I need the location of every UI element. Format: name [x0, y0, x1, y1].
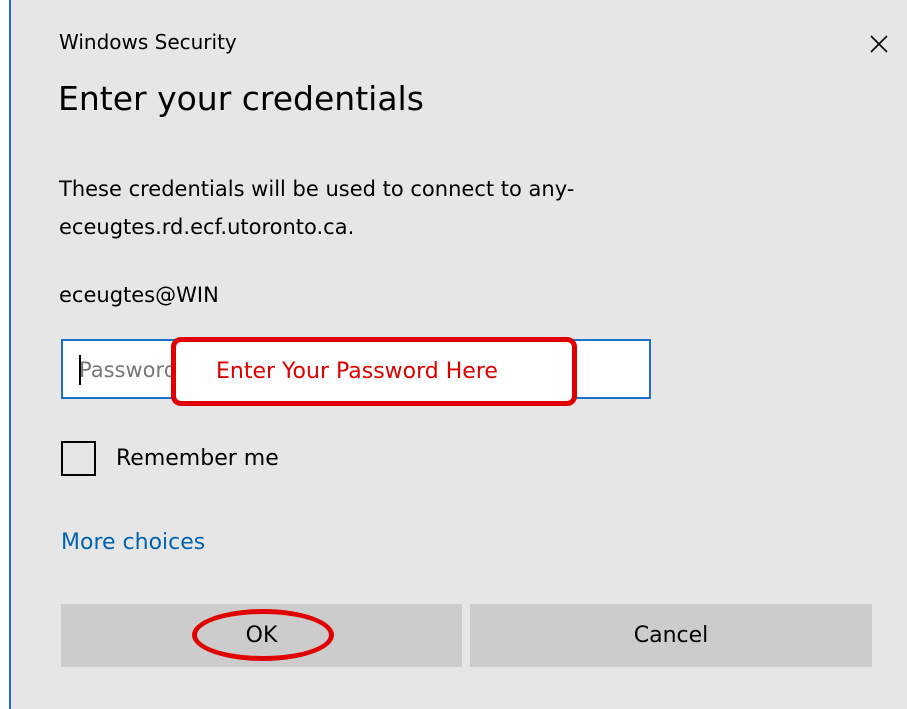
dialog-heading: Enter your credentials [58, 79, 424, 118]
text-caret [79, 355, 81, 385]
password-annotation-callout: Enter Your Password Here [171, 337, 577, 406]
annotation-text: Enter Your Password Here [216, 359, 498, 384]
more-choices-link[interactable]: More choices [61, 530, 205, 555]
ok-button[interactable]: OK [61, 604, 462, 667]
remember-me-checkbox[interactable] [61, 440, 96, 476]
username-label: eceugtes@WIN [59, 283, 219, 307]
remember-me-row[interactable]: Remember me [61, 437, 279, 479]
remember-me-label: Remember me [116, 445, 279, 471]
cancel-button[interactable]: Cancel [470, 604, 872, 667]
close-icon [870, 35, 888, 53]
window-title: Windows Security [59, 30, 237, 54]
credentials-dialog: Windows Security Enter your credentials … [9, 0, 907, 709]
dialog-description: These credentials will be used to connec… [59, 177, 575, 239]
close-button[interactable] [861, 26, 897, 62]
